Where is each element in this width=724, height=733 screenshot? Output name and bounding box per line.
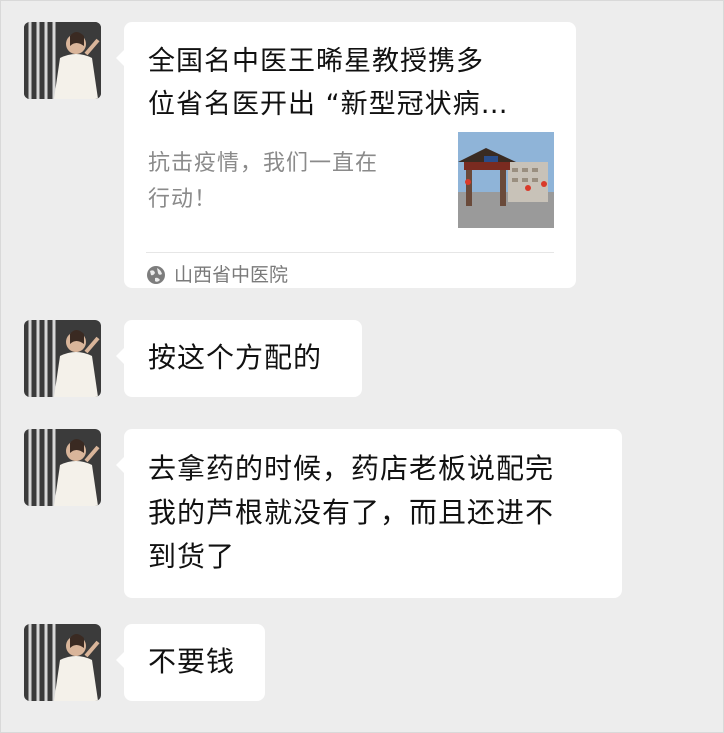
avatar[interactable] bbox=[24, 624, 101, 701]
link-card-title-line1: 全国名中医王晞星教授携多 bbox=[148, 46, 484, 77]
link-card-title[interactable]: 全国名中医王晞星教授携多 位省名医开出 “新型冠状病… bbox=[148, 40, 558, 126]
link-card-desc-line2: 行动！ bbox=[148, 187, 218, 212]
avatar[interactable] bbox=[24, 429, 101, 506]
message-text: 按这个方配的 bbox=[148, 341, 323, 374]
link-card-description: 抗击疫情，我们一直在 行动！ bbox=[148, 146, 428, 218]
link-card-title-line2: 位省名医开出 “新型冠状病… bbox=[148, 89, 509, 120]
link-card-bubble[interactable]: 全国名中医王晞星教授携多 位省名医开出 “新型冠状病… 抗击疫情，我们一直在 行… bbox=[116, 22, 576, 290]
message-text-line: 我的芦根就没有了，而且还进不 bbox=[148, 496, 555, 529]
message-bubble[interactable]: 按这个方配的 bbox=[116, 320, 362, 397]
message-text-line: 去拿药的时候，药店老板说配完 bbox=[148, 452, 555, 485]
link-card-thumbnail bbox=[458, 132, 554, 228]
link-card-source-label: 山西省中医院 bbox=[174, 264, 289, 286]
message-text-line: 到货了 bbox=[148, 540, 236, 573]
message-bubble[interactable]: 不要钱 bbox=[116, 624, 265, 701]
message-bubble[interactable]: 去拿药的时候，药店老板说配完 我的芦根就没有了，而且还进不 到货了 bbox=[116, 429, 622, 598]
avatar[interactable] bbox=[24, 320, 101, 397]
link-card-desc-line1: 抗击疫情，我们一直在 bbox=[148, 151, 379, 176]
avatar[interactable] bbox=[24, 22, 101, 99]
globe-icon bbox=[147, 266, 165, 284]
link-card-source: 山西省中医院 bbox=[146, 260, 288, 290]
link-card-divider bbox=[146, 252, 554, 253]
message-text: 不要钱 bbox=[148, 645, 236, 678]
